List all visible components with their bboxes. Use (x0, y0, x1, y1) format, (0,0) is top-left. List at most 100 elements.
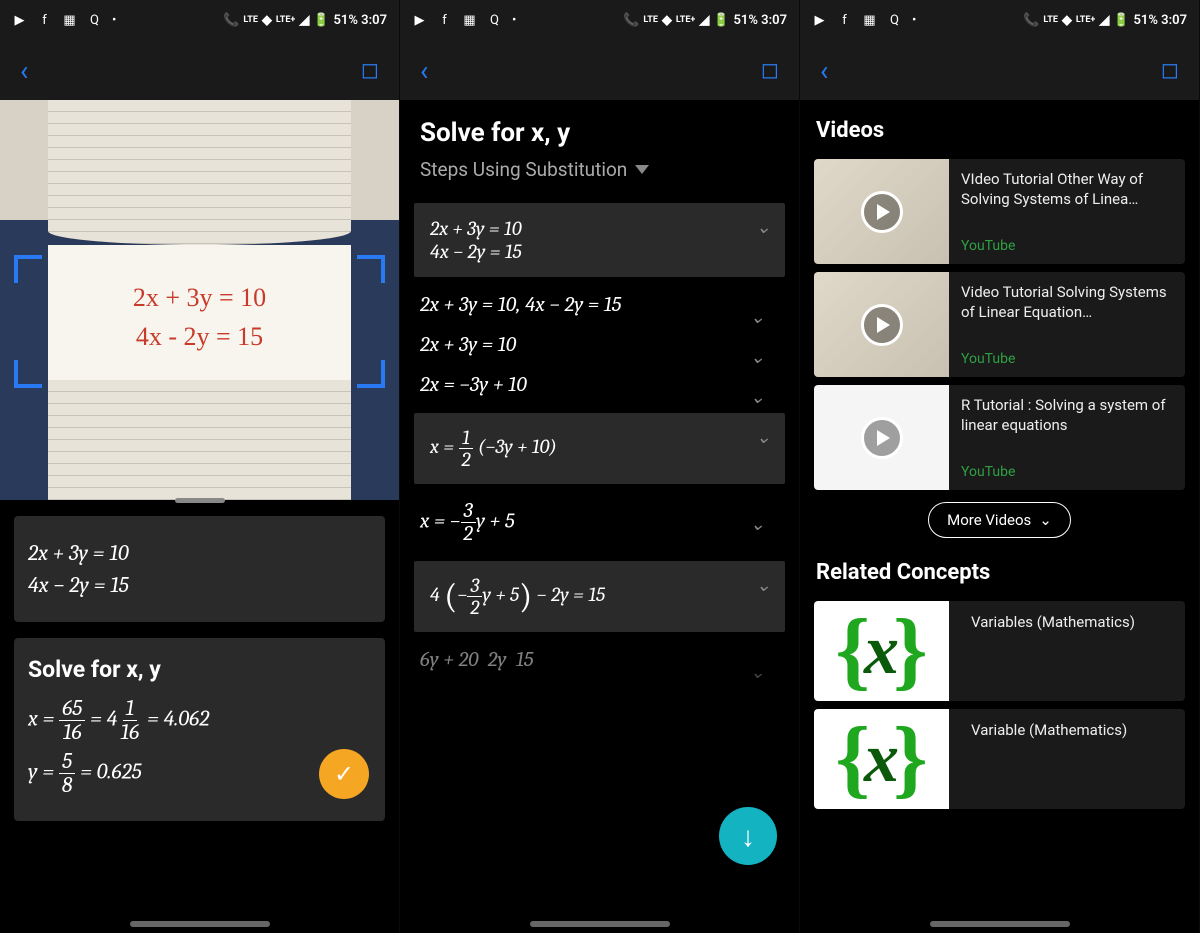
dot-icon: • (912, 13, 916, 28)
signal-icon: ◢ (1099, 13, 1109, 28)
sheet-handle[interactable] (175, 498, 225, 503)
facebook-icon: f (837, 13, 852, 28)
more-videos-label: More Videos (947, 511, 1031, 529)
bookmark-button[interactable]: ◻ (361, 58, 379, 83)
method-label: Steps Using Substitution (420, 158, 627, 181)
parsed-eq: 2x + 3y = 10 (28, 540, 371, 566)
wifi-icon: ◆ (662, 13, 672, 28)
step-row[interactable]: ⌄ 2x + 3y = 10, 4x − 2y = 15 (420, 293, 779, 317)
panel-resources: ▶ f ▦ Q • 📞 LTE ◆ LTE+ ◢ 🔋 51% 3:07 ‹ ◻ … (800, 0, 1200, 933)
chevron-down-icon: ⌄ (750, 307, 765, 328)
back-button[interactable]: ‹ (820, 54, 828, 87)
crop-handle-br[interactable] (357, 360, 385, 388)
video-item[interactable]: VIdeo Tutorial Other Way of Solving Syst… (814, 159, 1185, 264)
signal-icon: ◢ (299, 13, 309, 28)
method-dropdown[interactable]: Steps Using Substitution (400, 154, 799, 195)
handwriting-line: 2x + 3y = 10 (133, 278, 266, 317)
battery-time: 51% 3:07 (334, 13, 388, 28)
parsed-equations-card[interactable]: 2x + 3y = 10 4x − 2y = 15 (14, 516, 385, 622)
chevron-down-icon: ⌄ (750, 347, 765, 368)
battery-icon: 🔋 (1113, 13, 1129, 28)
battery-time: 51% 3:07 (1134, 13, 1188, 28)
battery-time: 51% 3:07 (734, 13, 788, 28)
step-card[interactable]: ⌄ x = 12 (−3y + 10) (414, 413, 785, 484)
crop-handle-tl[interactable] (14, 255, 42, 283)
bookmark-button[interactable]: ◻ (1161, 58, 1179, 83)
home-indicator[interactable] (930, 921, 1070, 927)
chevron-down-icon: ⌄ (750, 662, 765, 683)
nav-bar: ‹ ◻ (0, 40, 399, 100)
video-thumbnail (814, 385, 949, 490)
step-row[interactable]: ⌄ 2x = −3y + 10 (420, 373, 779, 397)
panel-steps: ▶ f ▦ Q • 📞 LTE ◆ LTE+ ◢ 🔋 51% 3:07 ‹ ◻ … (400, 0, 800, 933)
wifi-icon: ◆ (262, 13, 272, 28)
lte-label: LTE (643, 15, 658, 25)
step-row[interactable]: ⌄ 6y + 20 2y 15 (420, 648, 779, 672)
step-row[interactable]: ⌄ 2x + 3y = 10 (420, 333, 779, 357)
youtube-icon: ▶ (12, 13, 27, 28)
scroll-down-fab[interactable]: ↓ (719, 807, 777, 865)
dot-icon: • (512, 13, 516, 28)
chevron-down-icon: ⌄ (756, 217, 771, 238)
handwriting-line: 4x - 2y = 15 (136, 317, 263, 356)
wifi-icon: ◆ (1062, 13, 1072, 28)
videos-heading: Videos (800, 100, 1199, 151)
chevron-down-icon: ⌄ (750, 387, 765, 408)
concept-item[interactable]: {x} Variable (Mathematics) (814, 709, 1185, 809)
chevron-down-icon: ⌄ (756, 427, 771, 448)
nav-bar: ‹ ◻ (400, 40, 799, 100)
lte-plus-label: LTE+ (1076, 15, 1095, 25)
back-button[interactable]: ‹ (420, 54, 428, 87)
battery-icon: 🔋 (713, 13, 729, 28)
video-thumbnail (814, 159, 949, 264)
nav-bar: ‹ ◻ (800, 40, 1199, 100)
quora-icon: Q (887, 13, 902, 28)
video-item[interactable]: Video Tutorial Solving Systems of Linear… (814, 272, 1185, 377)
concept-thumbnail: {x} (814, 709, 949, 809)
crop-handle-tr[interactable] (357, 255, 385, 283)
step-card[interactable]: ⌄ 4 (−32y + 5) − 2y = 15 (414, 561, 785, 632)
calendar-icon: ▦ (462, 13, 477, 28)
step-row[interactable]: ⌄ x = −32y + 5 (420, 500, 779, 545)
lte-plus-label: LTE+ (676, 15, 695, 25)
calendar-icon: ▦ (62, 13, 77, 28)
lte-label: LTE (243, 15, 258, 25)
quora-icon: Q (487, 13, 502, 28)
facebook-icon: f (37, 13, 52, 28)
signal-icon: ◢ (699, 13, 709, 28)
concept-item[interactable]: {x} Variables (Mathematics) (814, 601, 1185, 701)
status-bar: ▶ f ▦ Q • 📞 LTE ◆ LTE+ ◢ 🔋 51% 3:07 (800, 0, 1199, 40)
video-title: R Tutorial : Solving a system of linear … (961, 395, 1175, 436)
concept-title: Variables (Mathematics) (961, 601, 1185, 701)
back-button[interactable]: ‹ (20, 54, 28, 87)
page-title: Solve for x, y (400, 100, 799, 154)
home-indicator[interactable] (530, 921, 670, 927)
call-icon: 📞 (1023, 13, 1039, 28)
lte-plus-label: LTE+ (276, 15, 295, 25)
play-icon (861, 417, 903, 459)
facebook-icon: f (437, 13, 452, 28)
handwritten-equations: 2x + 3y = 10 4x - 2y = 15 (48, 245, 351, 380)
step-card[interactable]: ⌄ 2x + 3y = 10 4x − 2y = 15 (414, 203, 785, 277)
video-item[interactable]: R Tutorial : Solving a system of linear … (814, 385, 1185, 490)
captured-photo: 2x + 3y = 10 4x - 2y = 15 (0, 100, 399, 500)
video-source: YouTube (961, 464, 1175, 480)
chevron-down-icon: ⌄ (1039, 511, 1052, 529)
panel-capture: ▶ f ▦ Q • 📞 LTE ◆ LTE+ ◢ 🔋 51% 3:07 ‹ ◻ … (0, 0, 400, 933)
battery-icon: 🔋 (313, 13, 329, 28)
call-icon: 📞 (623, 13, 639, 28)
solve-title: Solve for x, y (28, 656, 371, 683)
solution-card[interactable]: Solve for x, y x = 6516 = 4116 = 4.062 y… (14, 638, 385, 821)
home-indicator[interactable] (130, 921, 270, 927)
video-title: Video Tutorial Solving Systems of Linear… (961, 282, 1175, 323)
video-thumbnail (814, 272, 949, 377)
crop-handle-bl[interactable] (14, 360, 42, 388)
play-icon (861, 304, 903, 346)
parsed-eq: 4x − 2y = 15 (28, 572, 371, 598)
play-icon (861, 191, 903, 233)
bookmark-button[interactable]: ◻ (761, 58, 779, 83)
more-videos-button[interactable]: More Videos ⌄ (928, 502, 1071, 538)
status-bar: ▶ f ▦ Q • 📞 LTE ◆ LTE+ ◢ 🔋 51% 3:07 (400, 0, 799, 40)
video-title: VIdeo Tutorial Other Way of Solving Syst… (961, 169, 1175, 210)
quora-icon: Q (87, 13, 102, 28)
